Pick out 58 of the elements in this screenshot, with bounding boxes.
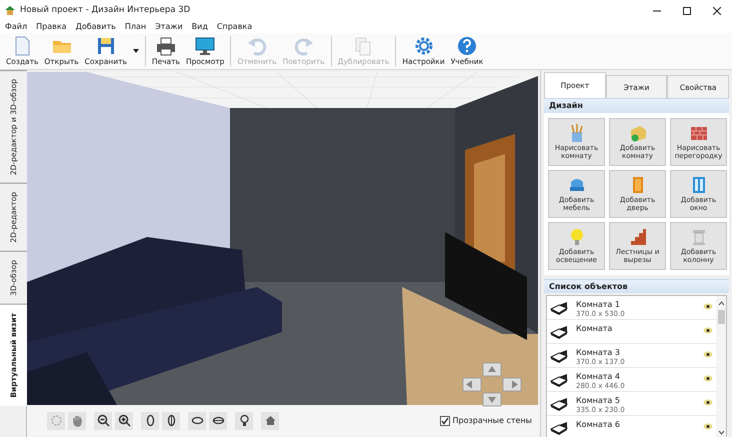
rotate-button[interactable]: [47, 412, 65, 430]
maximize-icon: [683, 6, 691, 14]
lightbulb-icon: [238, 414, 250, 427]
checkbox[interactable]: [440, 416, 450, 426]
window-title: Новый проект - Дизайн Интерьера 3D: [20, 5, 190, 16]
close-icon: [713, 6, 721, 14]
section-header: Список объектов: [544, 278, 729, 294]
home-icon: [264, 414, 276, 427]
menu-item[interactable]: Вид: [192, 22, 208, 32]
gear-icon: [412, 35, 435, 58]
menu-item[interactable]: Правка: [36, 22, 67, 32]
menu-item[interactable]: План: [124, 22, 146, 32]
pan-button[interactable]: [68, 412, 86, 430]
undo-icon: [246, 35, 268, 58]
monitor-icon: [194, 35, 216, 58]
eye-icon: [703, 399, 713, 406]
eye-icon: [703, 327, 713, 334]
eye-icon: [703, 303, 713, 310]
eye-icon: [703, 423, 713, 430]
navigation-arrows-icon[interactable]: [462, 362, 522, 407]
eye-icon: [703, 351, 713, 358]
zoom-in-button[interactable]: [115, 412, 133, 430]
menu-item[interactable]: Файл: [5, 22, 28, 32]
object-name: Комната 4: [576, 372, 621, 382]
redo-icon: [292, 35, 315, 58]
tilt-up-button[interactable]: [188, 412, 206, 430]
caret-icon: [132, 49, 139, 53]
checkmark-icon: [440, 416, 448, 424]
tilt-down-button[interactable]: [209, 412, 227, 430]
zoom-out-icon: [96, 414, 110, 427]
room-icon: [550, 396, 568, 411]
object-name: Комната 5: [576, 396, 621, 406]
menu-item[interactable]: Справка: [216, 22, 252, 32]
room-icon: [550, 300, 568, 315]
room-icon: [550, 372, 568, 387]
section-header: Дизайн: [544, 98, 729, 113]
room-icon: [550, 348, 568, 363]
eye-icon: [703, 375, 713, 382]
zoom-out-button[interactable]: [94, 412, 112, 430]
room-icon: [550, 324, 568, 339]
object-name: Комната 3: [576, 348, 621, 358]
zoom-in-icon: [118, 414, 130, 427]
object-name: Комната: [576, 324, 612, 334]
scroll-up-icon: [718, 300, 724, 306]
scroll-thumb[interactable]: [718, 310, 724, 324]
scroll-down-icon: [718, 430, 724, 436]
turn-left-button[interactable]: [141, 412, 159, 430]
scrollbar[interactable]: [716, 296, 726, 437]
app-icon: [4, 5, 16, 16]
object-name: Комната 1: [576, 300, 621, 310]
menu-item[interactable]: Этажи: [155, 22, 183, 32]
checkbox-label: Прозрачные стены: [452, 416, 532, 426]
hand-icon: [70, 414, 84, 427]
object-name: Комната 6: [576, 420, 620, 430]
turn-right-button[interactable]: [162, 412, 180, 430]
home-button[interactable]: [261, 412, 279, 430]
light-button[interactable]: [235, 412, 253, 430]
menu-item[interactable]: Добавить: [76, 22, 116, 32]
